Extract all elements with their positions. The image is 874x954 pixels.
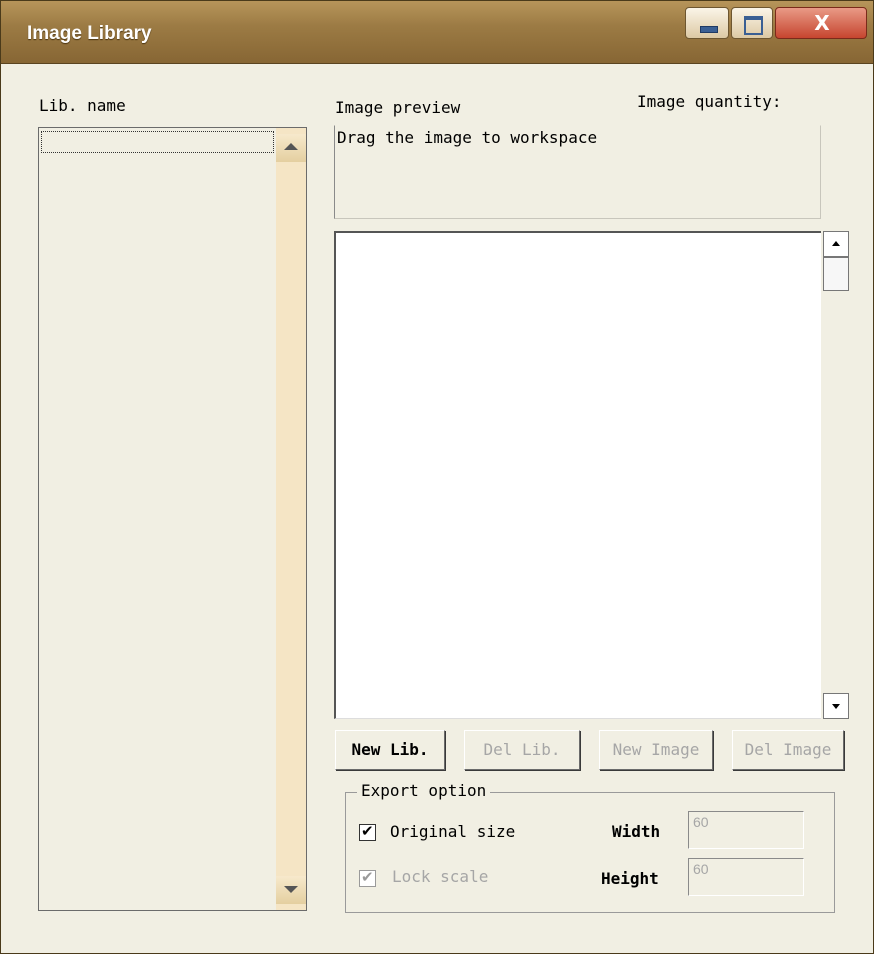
new-image-button[interactable]: New Image bbox=[599, 730, 713, 770]
lib-name-label: Lib. name bbox=[39, 96, 126, 115]
maximize-button[interactable] bbox=[731, 7, 773, 39]
close-icon: X bbox=[814, 11, 830, 35]
new-lib-button[interactable]: New Lib. bbox=[335, 730, 445, 770]
export-option-title: Export option bbox=[357, 781, 491, 800]
library-list[interactable] bbox=[38, 127, 307, 911]
preview-scroll-up-button[interactable] bbox=[823, 231, 849, 257]
hint-text: Drag the image to workspace bbox=[337, 128, 598, 147]
arrow-down-icon bbox=[832, 704, 840, 709]
image-preview-label: Image preview bbox=[335, 98, 461, 117]
list-item-selected[interactable] bbox=[41, 131, 274, 153]
preview-scroll-down-button[interactable] bbox=[823, 693, 849, 719]
check-icon: ✔ bbox=[361, 868, 374, 886]
chevron-down-icon bbox=[284, 886, 298, 893]
del-lib-button[interactable]: Del Lib. bbox=[464, 730, 580, 770]
scroll-down-button[interactable] bbox=[276, 876, 306, 904]
lock-scale-checkbox[interactable]: ✔ bbox=[359, 868, 376, 887]
minimize-icon bbox=[700, 26, 718, 33]
library-list-scrollbar[interactable] bbox=[276, 128, 306, 910]
height-label: Height bbox=[601, 869, 659, 888]
original-size-checkbox[interactable]: ✔ bbox=[359, 822, 376, 841]
preview-scrollbar[interactable] bbox=[821, 231, 851, 719]
image-library-window: Image Library X Lib. name Image preview … bbox=[0, 0, 874, 954]
minimize-button[interactable] bbox=[685, 7, 729, 39]
scroll-up-button[interactable] bbox=[276, 134, 306, 162]
width-field[interactable]: 60 bbox=[688, 811, 804, 849]
maximize-icon bbox=[744, 16, 763, 35]
chevron-up-icon bbox=[284, 143, 298, 150]
del-image-button[interactable]: Del Image bbox=[732, 730, 844, 770]
original-size-label: Original size bbox=[390, 822, 516, 841]
width-label: Width bbox=[612, 822, 661, 841]
height-field[interactable]: 60 bbox=[688, 858, 804, 896]
hint-panel: Drag the image to workspace bbox=[334, 125, 821, 219]
arrow-up-icon bbox=[832, 241, 840, 246]
image-quantity-label: Image quantity: bbox=[637, 92, 782, 111]
close-button[interactable]: X bbox=[775, 7, 867, 39]
preview-scroll-thumb[interactable] bbox=[823, 257, 849, 291]
window-title: Image Library bbox=[27, 23, 152, 44]
image-preview-area[interactable] bbox=[334, 231, 821, 719]
title-bar[interactable]: Image Library X bbox=[1, 1, 873, 64]
check-icon: ✔ bbox=[361, 822, 374, 840]
lock-scale-label: Lock scale bbox=[392, 867, 489, 886]
